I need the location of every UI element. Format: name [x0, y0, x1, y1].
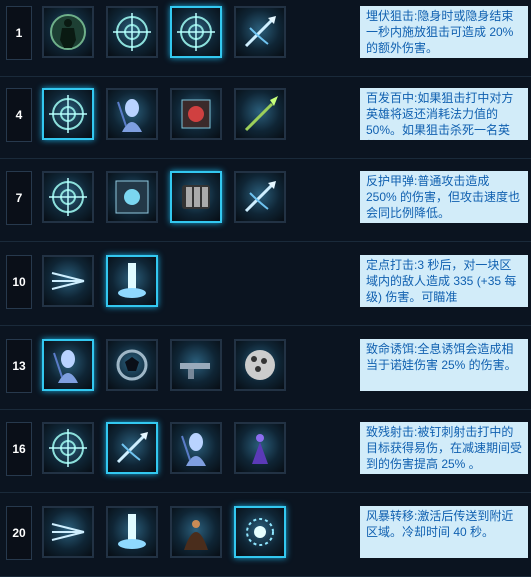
holo-decoy-icon[interactable]: [170, 422, 222, 474]
crosshair-icon[interactable]: [170, 6, 222, 58]
talent-row-16: 16 致残射击:被钉刺射击打中的目标获得易伤，在减速期间受到的伤害提高 25% …: [0, 416, 531, 493]
talent-description: 百发百中:如果狙击打中对方英雄将返还消耗法力值的 50%。如果狙击杀死一名英雄，: [360, 88, 528, 140]
talent-row-1: 1 埋伏狙击:隐身时或隐身结束一秒内施放狙击可造成 20% 的额外伤害。: [0, 0, 531, 77]
level-label: 4: [6, 88, 32, 142]
beam-strike-icon[interactable]: [106, 506, 158, 558]
dart-icon[interactable]: [106, 422, 158, 474]
crosshair-icon[interactable]: [42, 171, 94, 223]
crosshair-icon[interactable]: [42, 422, 94, 474]
burst-ring-icon[interactable]: [234, 506, 286, 558]
talent-description: 埋伏狙击:隐身时或隐身结束一秒内施放狙击可造成 20% 的额外伤害。: [360, 6, 528, 58]
ammo-clip-icon[interactable]: [170, 171, 222, 223]
spear-icon[interactable]: [234, 88, 286, 140]
talent-description: 定点打击:3 秒后，对一块区域内的敌人造成 335 (+35 每级) 伤害。可瞄…: [360, 255, 528, 307]
dart-icon[interactable]: [234, 6, 286, 58]
rifle-icon[interactable]: [170, 339, 222, 391]
talent-description: 反护甲弹:普通攻击造成 250% 的伤害，但攻击速度也会同比例降低。: [360, 171, 528, 223]
sphere-cage-icon[interactable]: [234, 339, 286, 391]
talent-row-13: 13 致命诱饵:全息诱饵会造成相当于诺娃伤害 25% 的伤害。: [0, 333, 531, 410]
triple-shot-icon[interactable]: [42, 255, 94, 307]
talent-row-10: 10 定点打击:3 秒后，对一块区域内的敌人造成 335 (+35 每级) 伤害…: [0, 249, 531, 326]
cloak-figure-icon[interactable]: [170, 506, 222, 558]
target-ring-icon[interactable]: [106, 339, 158, 391]
level-label: 10: [6, 255, 32, 309]
talent-description: 致残射击:被钉刺射击打中的目标获得易伤，在减速期间受到的伤害提高 25% 。: [360, 422, 528, 474]
triple-shot-icon[interactable]: [42, 506, 94, 558]
holo-decoy-icon[interactable]: [42, 339, 94, 391]
level-label: 20: [6, 506, 32, 560]
shadow-figure-icon[interactable]: [234, 422, 286, 474]
level-label: 16: [6, 422, 32, 476]
level-label: 7: [6, 171, 32, 225]
stealth-figure-icon[interactable]: [42, 6, 94, 58]
holo-decoy-icon[interactable]: [106, 88, 158, 140]
talent-description: 风暴转移:激活后传送到附近区域。冷却时间 40 秒。: [360, 506, 528, 558]
crosshair-icon[interactable]: [106, 6, 158, 58]
level-label: 13: [6, 339, 32, 393]
armor-panel-icon[interactable]: [106, 171, 158, 223]
talent-row-4: 4 百发百中:如果狙击打中对方英雄将返还消耗法力值的 50%。如果狙击杀死一名英…: [0, 82, 531, 159]
dart-icon[interactable]: [234, 171, 286, 223]
talent-row-20: 20 风暴转移:激活后传送到附近区域。冷却时间 40 秒。: [0, 500, 531, 577]
chest-core-icon[interactable]: [170, 88, 222, 140]
talent-row-7: 7 反护甲弹:普通攻击造成 250% 的伤害，但攻击速度也会同比例降低。: [0, 165, 531, 242]
talent-description: 致命诱饵:全息诱饵会造成相当于诺娃伤害 25% 的伤害。: [360, 339, 528, 391]
level-label: 1: [6, 6, 32, 60]
beam-strike-icon[interactable]: [106, 255, 158, 307]
crosshair-icon[interactable]: [42, 88, 94, 140]
